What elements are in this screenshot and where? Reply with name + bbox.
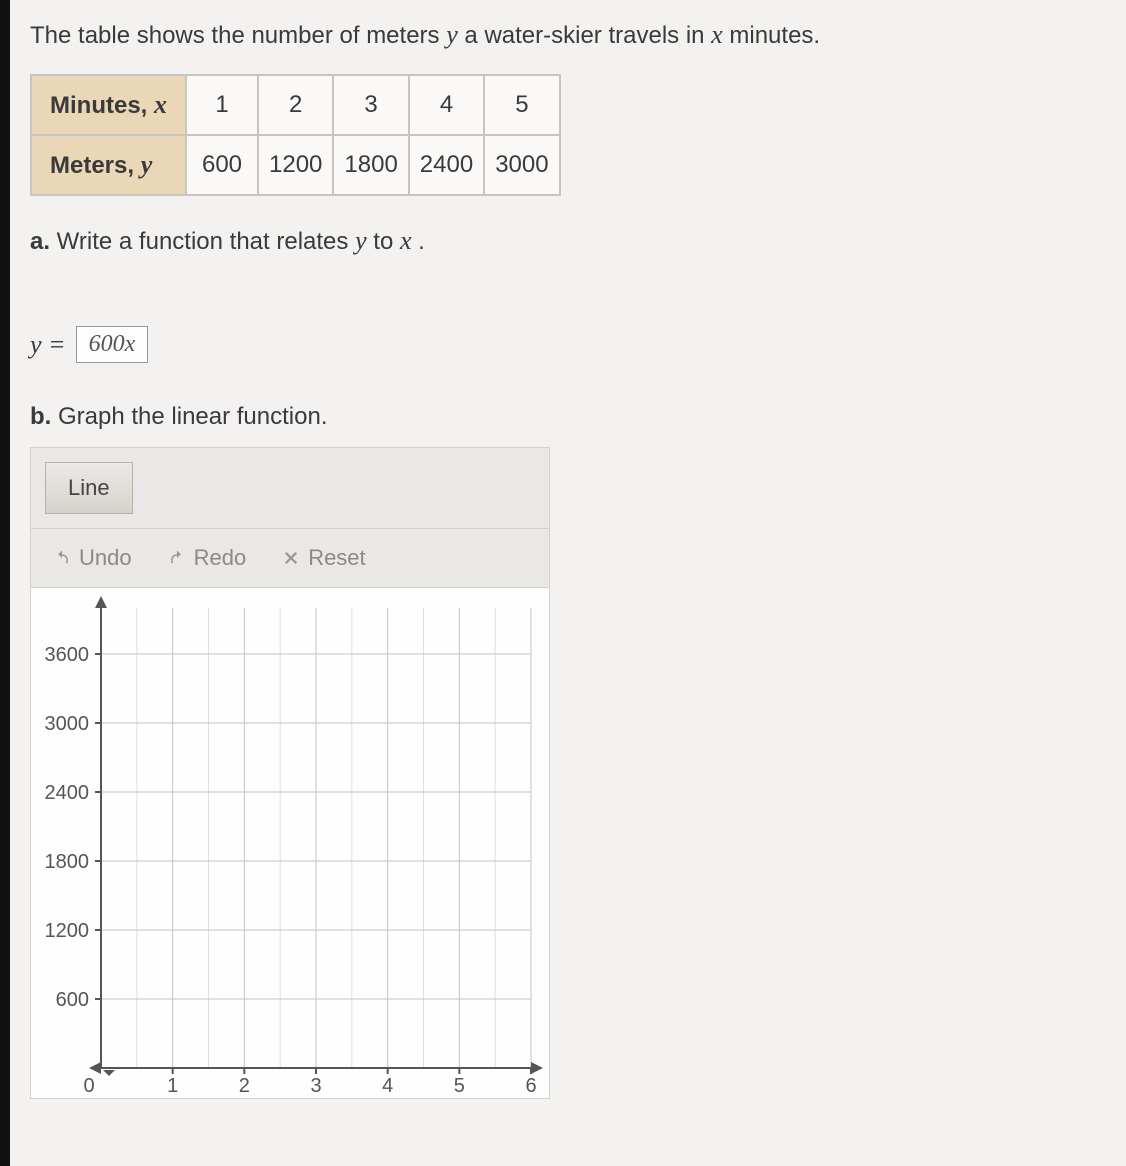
reset-label: Reset <box>308 545 365 571</box>
redo-button[interactable]: Redo <box>168 545 247 571</box>
undo-icon <box>53 549 71 567</box>
var-x: x <box>711 20 723 49</box>
row2-header: Meters, y <box>31 135 186 195</box>
part-a: a. Write a function that relates y to x … <box>30 226 1096 256</box>
pa-x: x <box>400 226 412 255</box>
svg-text:0: 0 <box>83 1075 94 1097</box>
table-row: Meters, y 600 1200 1800 2400 3000 <box>31 135 560 195</box>
cell: 3 <box>333 75 408 135</box>
cell: 1 <box>186 75 258 135</box>
question-text: The table shows the number of meters y a… <box>30 20 1096 50</box>
pa-post: . <box>412 228 425 255</box>
cell: 1200 <box>258 135 333 195</box>
table-row: Minutes, x 1 2 3 4 5 <box>31 75 560 135</box>
row1-var: x <box>154 90 167 119</box>
graph-widget: Line Undo Redo Reset 600 1200 1800 2400 3000… <box>30 447 550 1099</box>
svg-text:3000: 3000 <box>45 713 90 735</box>
data-table: Minutes, x 1 2 3 4 5 Meters, y 600 1200 … <box>30 74 561 196</box>
svg-text:3600: 3600 <box>45 644 90 666</box>
svg-text:1200: 1200 <box>45 920 90 942</box>
action-row: Undo Redo Reset <box>31 529 549 588</box>
q-mid: a water-skier travels in <box>464 22 711 49</box>
svg-text:5: 5 <box>454 1075 465 1097</box>
close-icon <box>282 549 300 567</box>
row2-label: Meters, <box>50 152 141 179</box>
svg-text:3: 3 <box>310 1075 321 1097</box>
svg-text:600: 600 <box>56 989 89 1011</box>
cell: 2400 <box>409 135 484 195</box>
redo-icon <box>168 549 186 567</box>
cell: 600 <box>186 135 258 195</box>
part-a-label: a. <box>30 228 50 255</box>
var-y: y <box>446 20 458 49</box>
undo-label: Undo <box>79 545 132 571</box>
row1-label: Minutes, <box>50 92 154 119</box>
svg-text:2: 2 <box>239 1075 250 1097</box>
pb-text: Graph the linear function. <box>51 403 327 430</box>
answer-row: y = 600x <box>30 326 1096 363</box>
cell: 5 <box>484 75 559 135</box>
pa-pre: Write a function that relates <box>50 228 355 255</box>
row1-header: Minutes, x <box>31 75 186 135</box>
pa-mid: to <box>373 228 400 255</box>
svg-text:1800: 1800 <box>45 851 90 873</box>
part-b-label: b. <box>30 403 51 430</box>
row2-var: y <box>141 150 153 179</box>
pa-y: y <box>355 226 367 255</box>
cell: 4 <box>409 75 484 135</box>
tool-row: Line <box>31 448 549 529</box>
svg-text:1: 1 <box>167 1075 178 1097</box>
cell: 3000 <box>484 135 559 195</box>
undo-button[interactable]: Undo <box>53 545 132 571</box>
redo-label: Redo <box>194 545 247 571</box>
chart-canvas[interactable]: 600 1200 1800 2400 3000 3600 0 1 2 3 4 5 6 <box>31 588 549 1098</box>
svg-text:6: 6 <box>525 1075 536 1097</box>
line-tool-button[interactable]: Line <box>45 462 133 514</box>
svg-text:2400: 2400 <box>45 782 90 804</box>
reset-button[interactable]: Reset <box>282 545 365 571</box>
q-post: minutes. <box>723 22 820 49</box>
answer-input[interactable]: 600x <box>76 326 149 363</box>
q-pre: The table shows the number of meters <box>30 22 446 49</box>
cell: 1800 <box>333 135 408 195</box>
part-b: b. Graph the linear function. <box>30 403 1096 431</box>
cell: 2 <box>258 75 333 135</box>
answer-lhs: y = <box>30 330 66 360</box>
svg-text:4: 4 <box>382 1075 393 1097</box>
